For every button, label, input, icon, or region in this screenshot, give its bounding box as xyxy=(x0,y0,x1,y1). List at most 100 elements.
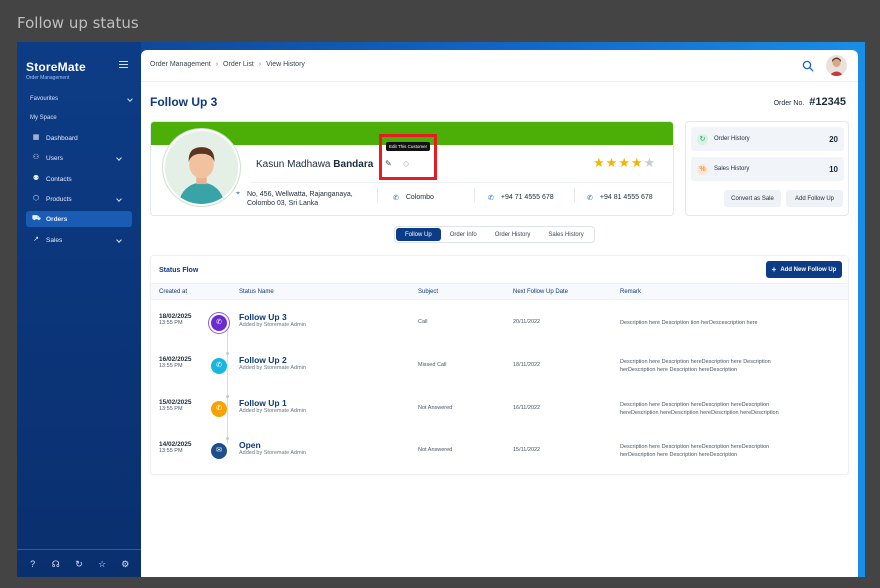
plus-icon: + xyxy=(771,265,777,274)
chevron-right-icon: › xyxy=(258,61,262,68)
tab-sales-history[interactable]: Sales History xyxy=(539,228,592,241)
created-time: 13:55 PM xyxy=(159,320,183,326)
brand-logo[interactable]: StoreMate xyxy=(26,60,86,74)
status-name[interactable]: Follow Up 1 xyxy=(239,398,306,408)
sidebar-section-favourites[interactable]: Favourites xyxy=(30,96,133,102)
created-date: 16/02/2025 xyxy=(159,356,192,363)
sidebar-item-label: Dashboard xyxy=(46,134,78,142)
divider xyxy=(377,188,378,202)
table-row[interactable]: 14/02/2025 13:55 PM ✉ Open Added by Stor… xyxy=(151,434,848,476)
settings-icon[interactable]: ⚙ xyxy=(120,559,130,569)
column-header: Status Name xyxy=(239,289,274,295)
customer-card: Kasun Madhawa Bandara ✎ Edit This Custom… xyxy=(150,121,674,216)
next-follow-up-date: 16/11/2022 xyxy=(513,405,541,411)
city-value: Colombo xyxy=(405,194,434,201)
star-filled-icon: ★ xyxy=(630,155,643,170)
subject: Not Answered xyxy=(418,447,453,453)
chevron-down-icon xyxy=(116,155,122,161)
page-caption: Follow up status xyxy=(17,14,139,32)
subject: Not Answered xyxy=(418,405,453,411)
sidebar-section-my-space[interactable]: My Space xyxy=(30,115,57,121)
status-name[interactable]: Follow Up 3 xyxy=(239,312,306,322)
breadcrumb-item[interactable]: Order Management xyxy=(150,61,211,68)
remark-line-1: Description here Description hereDescrip… xyxy=(620,402,770,408)
divider xyxy=(574,188,575,202)
breadcrumb: Order Management › Order List › View His… xyxy=(150,61,305,68)
column-header: Subject xyxy=(418,289,439,295)
phone-icon: ✆ xyxy=(393,195,399,202)
box-icon: ⬡ xyxy=(32,195,40,202)
sidebar-item-label: Orders xyxy=(46,215,68,223)
table-header: Created at Status Name Subject Next Foll… xyxy=(151,283,848,300)
grid-icon: ▦ xyxy=(32,134,40,141)
order-history-icon: ↻ xyxy=(697,133,708,145)
status-name[interactable]: Follow Up 2 xyxy=(239,355,306,365)
sales-history-row[interactable]: % Sales History 10 xyxy=(691,157,844,181)
phone-icon: ✆ xyxy=(211,315,227,331)
order-number: Order No. #12345 xyxy=(774,96,846,108)
created-time: 13:55 PM xyxy=(159,448,183,454)
add-new-follow-up-button[interactable]: + Add New Follow Up xyxy=(766,261,842,278)
customer-address: ⌖ No, 456, Wellwatta, Rajanganaya, Colom… xyxy=(236,190,353,208)
sidebar-item-label: Contacts xyxy=(46,175,72,183)
add-new-follow-up-label: Add New Follow Up xyxy=(780,266,837,273)
tab-order-info[interactable]: Order Info xyxy=(441,228,486,241)
phone-icon: ✆ xyxy=(211,401,227,417)
phone-icon: ✆ xyxy=(488,195,494,202)
tab-follow-up[interactable]: Follow Up xyxy=(396,228,441,241)
created-time: 13:55 PM xyxy=(159,406,183,412)
user-avatar[interactable] xyxy=(826,55,847,76)
added-by: Added by Storemate Admin xyxy=(239,450,306,456)
customer-phone-1: ✆ +94 71 4555 678 xyxy=(488,194,554,202)
headset-icon[interactable]: ☊ xyxy=(51,559,61,569)
remark-line-1: Description here Description hereDescrip… xyxy=(620,359,771,365)
subject: Call xyxy=(418,319,428,325)
address-line-1: No, 456, Wellwatta, Rajanganaya, xyxy=(246,191,353,198)
added-by: Added by Storemate Admin xyxy=(239,322,306,328)
sidebar-item-products[interactable]: ⬡ Products xyxy=(26,191,132,207)
next-follow-up-date: 15/11/2022 xyxy=(513,447,541,453)
page-title: Follow Up 3 xyxy=(150,95,218,109)
tab-bar: Follow Up Order Info Order History Sales… xyxy=(394,226,595,243)
order-history-row[interactable]: ↻ Order History 20 xyxy=(691,127,844,151)
status-flow-title: Status Flow xyxy=(159,267,199,274)
table-row[interactable]: 15/02/2025 13:55 PM ✆ Follow Up 1 Added … xyxy=(151,392,848,434)
column-header: Created at xyxy=(159,289,188,295)
added-by: Added by Storemate Admin xyxy=(239,408,306,414)
convert-as-sale-button[interactable]: Convert as Sale xyxy=(724,190,781,207)
add-follow-up-button[interactable]: Add Follow Up xyxy=(786,190,843,207)
table-row[interactable]: 18/02/2025 13:55 PM ✆ Follow Up 3 Added … xyxy=(151,306,848,348)
star-filled-icon: ★ xyxy=(618,155,630,170)
sidebar-item-contacts[interactable]: ⚉ Contacts xyxy=(26,171,132,187)
next-follow-up-date: 20/11/2022 xyxy=(513,319,541,325)
created-time: 13:55 PM xyxy=(159,363,183,369)
breadcrumb-item[interactable]: Order List xyxy=(223,61,254,68)
sales-history-count: 10 xyxy=(829,164,838,174)
chevron-right-icon: › xyxy=(215,61,219,68)
top-bar: Order Management › Order List › View His… xyxy=(141,50,858,82)
trend-icon: ↗ xyxy=(33,236,39,243)
sidebar-item-dashboard[interactable]: ▦ Dashboard xyxy=(26,130,132,146)
sidebar-item-users[interactable]: ⚇ Users xyxy=(26,150,132,166)
star-filled-icon: ★ xyxy=(593,155,605,170)
customer-first-name: Kasun Madhawa xyxy=(256,159,331,170)
breadcrumb-item: View History xyxy=(266,61,305,68)
sidebar-item-sales[interactable]: ↗ Sales xyxy=(26,232,132,248)
divider xyxy=(474,188,475,202)
mail-icon: ✉ xyxy=(211,443,227,459)
sales-history-label: Sales History xyxy=(714,166,750,172)
search-icon[interactable] xyxy=(802,60,814,72)
table-row[interactable]: 16/02/2025 13:55 PM ✆ Follow Up 2 Added … xyxy=(151,349,848,391)
status-name[interactable]: Open xyxy=(239,440,306,450)
remark-line-2: herDescription here Description hereDesc… xyxy=(620,367,738,373)
order-history-label: Order History xyxy=(714,136,750,142)
sidebar-item-orders[interactable]: ⛟ Orders xyxy=(26,211,132,227)
customer-city: ✆ Colombo xyxy=(393,194,434,202)
star-icon[interactable]: ☆ xyxy=(97,559,107,569)
tab-order-history[interactable]: Order History xyxy=(486,228,540,241)
refresh-icon[interactable]: ↻ xyxy=(74,559,84,569)
help-icon[interactable]: ? xyxy=(28,559,38,569)
sales-history-icon: % xyxy=(697,163,708,175)
created-date: 15/02/2025 xyxy=(159,399,192,406)
hamburger-menu-icon[interactable] xyxy=(119,61,128,68)
